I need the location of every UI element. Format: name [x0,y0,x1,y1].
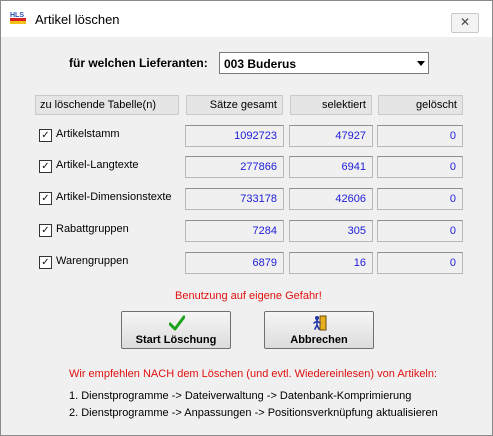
table-row: ✓ Rabattgruppen 7284 305 0 [1,220,492,244]
table-row: ✓ Artikel-Dimensionstexte 733178 42606 0 [1,188,492,212]
checkbox-artikelstamm[interactable]: ✓ [39,129,52,142]
app-logo-icon: HLS [9,9,27,25]
cell-total: 733178 [185,188,284,210]
cancel-button[interactable]: Abbrechen [264,311,374,349]
close-icon: ✕ [459,15,471,29]
checkbox-artikel-dimensionstexte[interactable]: ✓ [39,192,52,205]
row-label: Artikelstamm [56,128,120,140]
cell-selected: 305 [289,220,373,242]
table-row: ✓ Artikel-Langtexte 277866 6941 0 [1,156,492,180]
row-label: Artikel-Dimensionstexte [56,191,172,203]
cell-deleted: 0 [377,252,463,274]
checkmark-icon: ✓ [41,193,50,204]
recommendation-step: 2. Dienstprogramme -> Anpassungen -> Pos… [69,407,438,419]
window-title: Artikel löschen [35,12,120,27]
exit-door-icon [313,315,327,331]
table-row: ✓ Warengruppen 6879 16 0 [1,252,492,276]
cell-deleted: 0 [377,188,463,210]
column-header-total: Sätze gesamt [186,95,283,115]
checkmark-icon: ✓ [41,130,50,141]
checkbox-rabattgruppen[interactable]: ✓ [39,224,52,237]
warning-text: Benutzung auf eigene Gefahr! [175,290,322,302]
cancel-label: Abbrechen [290,334,348,346]
dialog-window: HLS Artikel löschen ✕ für welchen Liefer… [0,0,493,436]
cell-selected: 47927 [289,125,373,147]
checkmark-icon [169,315,185,331]
checkmark-icon: ✓ [41,161,50,172]
row-label: Rabattgruppen [56,223,129,235]
checkbox-warengruppen[interactable]: ✓ [39,256,52,269]
checkmark-icon: ✓ [41,225,50,236]
svg-text:HLS: HLS [10,12,24,19]
cell-total: 7284 [185,220,284,242]
cell-deleted: 0 [377,156,463,178]
start-deletion-label: Start Löschung [135,334,217,346]
cell-deleted: 0 [377,220,463,242]
close-button[interactable]: ✕ [451,13,479,33]
cell-total: 277866 [185,156,284,178]
row-label: Warengruppen [56,255,129,267]
cell-deleted: 0 [377,125,463,147]
cell-selected: 16 [289,252,373,274]
column-header-deleted: gelöscht [378,95,463,115]
cell-selected: 6941 [289,156,373,178]
chevron-down-icon [417,61,425,66]
cell-selected: 42606 [289,188,373,210]
checkmark-icon: ✓ [41,257,50,268]
cell-total: 6879 [185,252,284,274]
recommendation-heading: Wir empfehlen NACH dem Löschen (und evtl… [69,368,438,380]
supplier-select[interactable]: 003 Buderus [219,52,429,74]
row-label: Artikel-Langtexte [56,159,139,171]
title-bar: HLS Artikel löschen ✕ [1,1,492,37]
checkbox-artikel-langtexte[interactable]: ✓ [39,160,52,173]
column-header-table: zu löschende Tabelle(n) [35,95,179,115]
table-row: ✓ Artikelstamm 1092723 47927 0 [1,125,492,149]
cell-total: 1092723 [185,125,284,147]
start-deletion-button[interactable]: Start Löschung [121,311,231,349]
column-header-selected: selektiert [290,95,372,115]
recommendation-step: 1. Dienstprogramme -> Dateiverwaltung ->… [69,390,412,402]
supplier-label: für welchen Lieferanten: [69,56,208,70]
supplier-selected-value: 003 Buderus [224,57,297,71]
